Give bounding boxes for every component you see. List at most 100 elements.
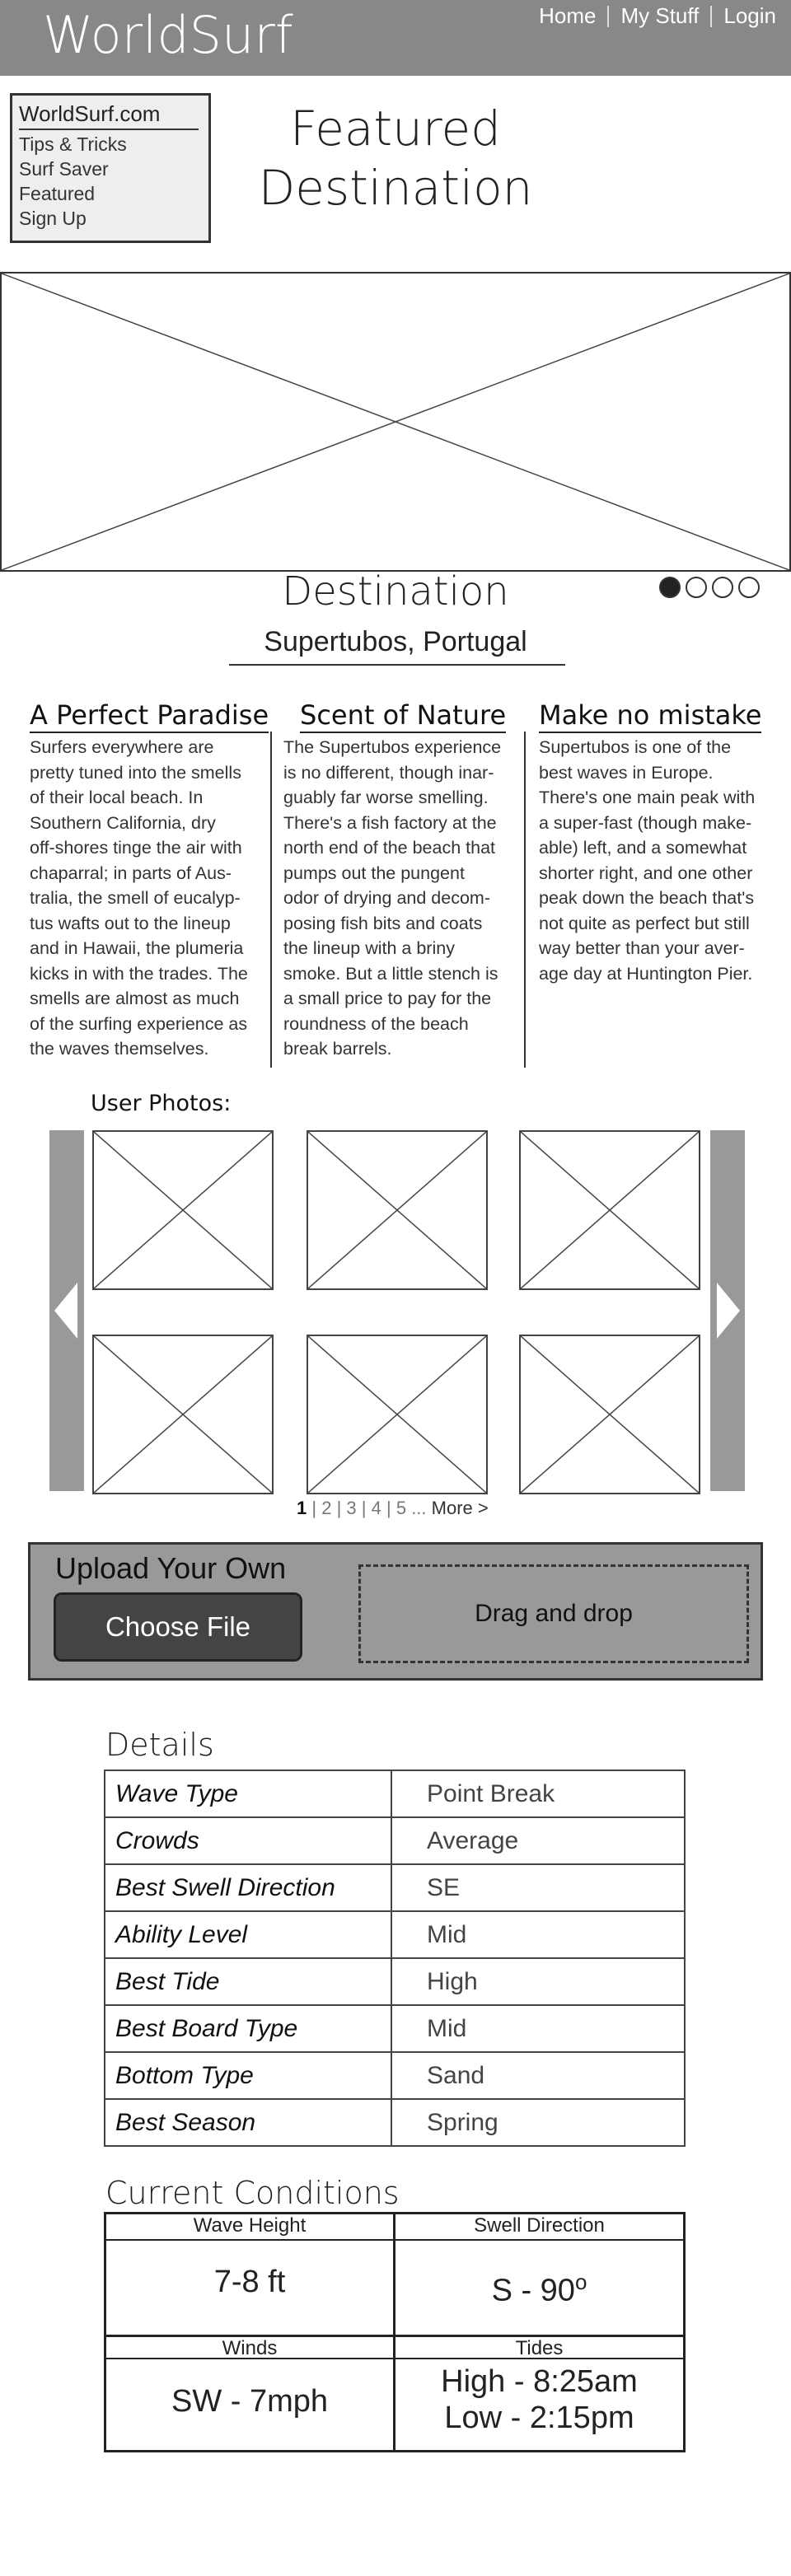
upload-title: Upload Your Own	[55, 1551, 287, 1585]
column-text-line: Southern California, dry	[30, 812, 216, 833]
side-menu-site-link[interactable]: WorldSurf.com	[19, 101, 199, 130]
image-placeholder-icon	[308, 1132, 486, 1288]
gallery-prev-button[interactable]	[49, 1130, 84, 1491]
column-text-line: odor of drying and decom-	[283, 888, 490, 908]
column-text-line: tus wafts out to the lineup	[30, 913, 231, 933]
page-title-line-2: Destination	[258, 160, 533, 216]
pager-page-5[interactable]: 5	[396, 1498, 406, 1518]
pager-separator: |	[311, 1498, 322, 1518]
carousel-dot-2[interactable]	[686, 577, 707, 598]
details-key: Best Tide	[104, 1957, 392, 2006]
tides-high-value: High - 8:25am	[441, 2364, 638, 2399]
conditions-grid: Wave Height 7-8 ft Swell Direction S - 9…	[104, 2212, 686, 2452]
logo[interactable]: WorldSurf	[43, 5, 293, 65]
column-text-line: a small price to pay for the	[283, 989, 492, 1008]
gallery-next-button[interactable]	[710, 1130, 745, 1491]
hero-image-placeholder	[0, 272, 791, 572]
column-text-mistake: Supertubos is one of the best waves in Eu…	[539, 735, 778, 986]
column-text-line: off-shores tinge the air with	[30, 838, 242, 858]
column-text-line: age day at Huntington Pier.	[539, 963, 753, 984]
carousel-dot-1[interactable]	[659, 577, 681, 598]
details-row: Ability Level Mid	[104, 1910, 686, 1959]
column-text-line: pretty tuned into the smells	[30, 762, 241, 783]
winds-label: Winds	[222, 2337, 278, 2359]
details-row: Best Swell Direction SE	[104, 1863, 686, 1912]
tides-label: Tides	[515, 2337, 564, 2359]
column-text-line: Supertubos is one of the	[539, 737, 732, 757]
details-key: Wave Type	[104, 1770, 392, 1818]
details-row: Best Board Type Mid	[104, 2004, 686, 2053]
user-photos-title: User Photos:	[91, 1091, 232, 1116]
pager-separator: |	[386, 1498, 396, 1518]
user-photo[interactable]	[307, 1130, 488, 1290]
column-text-line: north end of the beach that	[283, 838, 496, 858]
column-title-mistake: Make no mistake	[539, 699, 762, 733]
pager-page-4[interactable]: 4	[372, 1498, 381, 1518]
column-text-line: roundness of the beach	[283, 1013, 469, 1034]
arrow-right-icon	[717, 1283, 740, 1339]
image-placeholder-icon	[2, 273, 789, 570]
column-text-line: best waves in Europe.	[539, 762, 714, 783]
swell-direction-value: S - 90o	[396, 2264, 683, 2309]
swell-direction-cell: Swell Direction S - 90o	[396, 2214, 683, 2335]
carousel-dot-4[interactable]	[738, 577, 760, 598]
nav-login-link[interactable]: Login	[712, 3, 776, 29]
user-photo[interactable]	[519, 1130, 700, 1290]
image-placeholder-icon	[521, 1336, 699, 1493]
page-title: Featured Destination	[239, 99, 552, 217]
column-text-line: and in Hawaii, the plumeria	[30, 938, 244, 958]
column-title-scent: Scent of Nature	[300, 699, 507, 733]
details-key: Ability Level	[104, 1910, 392, 1959]
column-text-line: posing fish bits and coats	[283, 913, 483, 933]
details-key: Best Swell Direction	[104, 1863, 392, 1912]
pager-page-3[interactable]: 3	[346, 1498, 356, 1518]
side-menu-item-sign-up[interactable]: Sign Up	[19, 206, 202, 231]
pager-current-page[interactable]: 1	[297, 1498, 307, 1518]
side-menu-item-surf-saver[interactable]: Surf Saver	[19, 157, 202, 181]
column-text-line: the lineup with a briny	[283, 938, 455, 958]
column-text-line: pumps out the pungent	[283, 863, 465, 883]
user-photo[interactable]	[519, 1335, 700, 1494]
column-text-line: of their local beach. In	[30, 788, 204, 807]
details-row: Best Tide High	[104, 1957, 686, 2006]
column-text-line: There's a fish factory at the	[283, 812, 497, 833]
drag-drop-zone[interactable]: Drag and drop	[358, 1564, 749, 1663]
arrow-left-icon	[54, 1283, 77, 1339]
destination-name: Supertubos, Portugal	[264, 626, 527, 657]
column-text-line: Surfers everywhere are	[30, 737, 214, 757]
column-text-line: guably far worse smelling.	[283, 788, 489, 807]
column-divider	[270, 732, 272, 1068]
user-photo[interactable]	[307, 1335, 488, 1494]
column-text-line: kicks in with the trades. The	[30, 963, 248, 984]
side-menu-item-featured[interactable]: Featured	[19, 181, 202, 206]
carousel-dot-3[interactable]	[712, 577, 733, 598]
image-placeholder-icon	[94, 1132, 272, 1288]
column-text-line: way better than your aver-	[539, 938, 745, 958]
user-photo[interactable]	[92, 1335, 274, 1494]
details-value: High	[391, 1957, 686, 2006]
details-value: Average	[391, 1816, 686, 1865]
pager-separator: |	[361, 1498, 372, 1518]
upload-panel: Upload Your Own Choose File Drag and dro…	[28, 1542, 763, 1681]
pager-more-link[interactable]: More >	[432, 1498, 489, 1518]
nav-home-link[interactable]: Home	[527, 3, 607, 29]
details-key: Best Board Type	[104, 2004, 392, 2053]
header-bar: WorldSurf Home My Stuff Login	[0, 0, 791, 76]
pager-ellipsis: ...	[411, 1498, 427, 1518]
column-text-line: break barrels.	[283, 1039, 392, 1059]
column-text-line: chaparral; in parts of Aus-	[30, 863, 232, 883]
details-title: Details	[105, 1727, 214, 1763]
details-row: Crowds Average	[104, 1816, 686, 1865]
image-placeholder-icon	[94, 1336, 272, 1493]
pager-page-2[interactable]: 2	[321, 1498, 331, 1518]
side-menu-item-tips[interactable]: Tips & Tricks	[19, 132, 202, 157]
user-photo[interactable]	[92, 1130, 274, 1290]
column-text-line: able) left, and a somewhat	[539, 838, 747, 858]
nav-my-stuff-link[interactable]: My Stuff	[609, 3, 710, 29]
swell-direction-label: Swell Direction	[474, 2214, 605, 2237]
details-table: Wave Type Point Break Crowds Average Best Sw…	[104, 1770, 686, 2147]
column-text-line: a super-fast (though make-	[539, 812, 752, 833]
choose-file-button[interactable]: Choose File	[54, 1592, 302, 1662]
column-title-paradise: A Perfect Paradise	[30, 699, 269, 733]
side-menu: WorldSurf.com Tips & Tricks Surf Saver F…	[10, 93, 211, 243]
